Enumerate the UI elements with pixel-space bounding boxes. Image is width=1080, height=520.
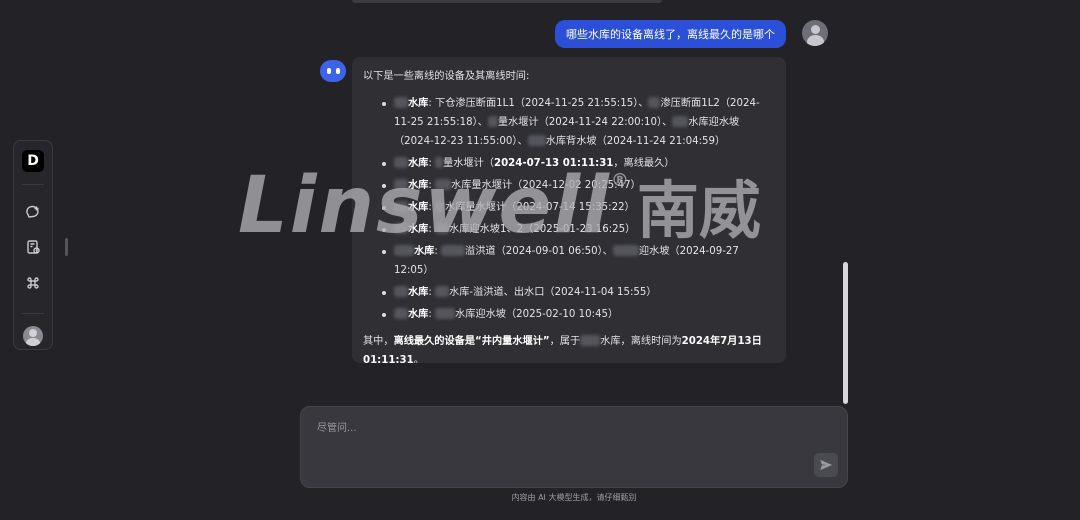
redacted-text — [435, 179, 452, 190]
list-item: 水库: 水库-溢洪道、出水口（2024-11-04 15:55） — [382, 283, 774, 302]
list-item: 水库: 水库量水堰计（2024-12-02 20:25:47） — [382, 176, 774, 195]
redacted-text — [394, 201, 408, 212]
message-composer — [300, 406, 848, 488]
assistant-avatar — [320, 60, 346, 82]
send-button[interactable] — [814, 453, 838, 477]
ai-disclaimer: 内容由 AI 大模型生成，请仔细甄别 — [511, 493, 637, 502]
redacted-text — [435, 308, 456, 319]
list-item: 水库: 水库迎水坡（2025-02-10 10:45） — [382, 305, 774, 324]
rail-divider — [22, 184, 44, 185]
redacted-text — [394, 245, 414, 256]
history-icon[interactable] — [20, 234, 46, 260]
list-item: 水库: 水库迎水坡1、2（2025-01-23 16:25） — [382, 220, 774, 239]
redacted-text — [672, 116, 689, 127]
redacted-text — [435, 286, 450, 297]
redacted-text — [435, 201, 446, 212]
list-item: 水库: 溢洪道（2024-09-01 06:50）、 迎水坡（2024-09-27… — [382, 242, 774, 280]
redacted-text — [648, 97, 661, 108]
apps-icon[interactable] — [20, 270, 46, 296]
redacted-text — [394, 157, 408, 168]
list-item: 水库: 量水堰计（2024-07-13 01:11:31，离线最久） — [382, 154, 774, 173]
redacted-text — [487, 116, 498, 127]
sidebar-resize-handle[interactable] — [65, 238, 68, 256]
left-rail: D — [13, 140, 53, 350]
app-logo[interactable]: D — [22, 150, 44, 172]
redacted-text — [394, 223, 408, 234]
chat-scrollbar[interactable] — [843, 262, 848, 404]
redacted-text — [394, 97, 408, 108]
user-avatar — [802, 20, 828, 46]
redacted-text — [527, 135, 546, 146]
redacted-text — [394, 179, 408, 190]
user-message-bubble: 哪些水库的设备离线了，离线最久的是哪个 — [555, 20, 786, 48]
list-item: 水库: 下仓渗压断面1L1（2024-11-25 21:55:15）、 渗压断面1… — [382, 94, 774, 151]
previous-message-edge — [352, 0, 662, 3]
chat-app: D 哪些水库的设备离线了，离线最久的是哪个 以下是一些离线的设备及其离线时间: … — [0, 0, 1080, 520]
offline-device-list: 水库: 下仓渗压断面1L1（2024-11-25 21:55:15）、 渗压断面1… — [363, 94, 774, 324]
new-chat-icon[interactable] — [20, 198, 46, 224]
account-avatar[interactable] — [23, 326, 43, 346]
redacted-text — [435, 157, 444, 168]
answer-summary: 其中，离线最久的设备是“井内量水堰计”，属于 水库，离线时间为2024年7月13日… — [363, 335, 762, 363]
list-item: 水库: 水库量水堰计（2024-07-14 15:35:22） — [382, 198, 774, 217]
redacted-text — [394, 286, 408, 297]
rail-divider — [22, 313, 44, 314]
answer-intro: 以下是一些离线的设备及其离线时间: — [363, 71, 530, 82]
redacted-text — [580, 335, 601, 346]
assistant-answer-card: 以下是一些离线的设备及其离线时间: 水库: 下仓渗压断面1L1（2024-11-… — [352, 57, 786, 363]
redacted-text — [435, 223, 450, 234]
message-input[interactable] — [315, 417, 799, 471]
redacted-text — [394, 308, 408, 319]
redacted-text — [441, 245, 466, 256]
redacted-text — [612, 245, 639, 256]
send-icon — [820, 459, 833, 471]
